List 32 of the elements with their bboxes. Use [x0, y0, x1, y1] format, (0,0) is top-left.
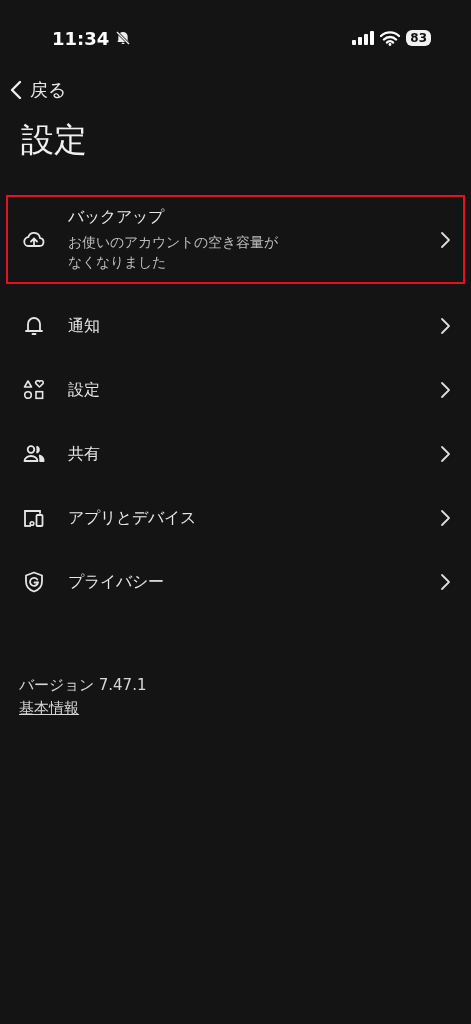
chevron-right-icon [439, 445, 451, 463]
settings-item[interactable]: 共有 [6, 422, 465, 486]
about-link[interactable]: 基本情報 [19, 699, 79, 718]
page-title: 設定 [21, 119, 88, 161]
settings-item[interactable]: 通知 [6, 294, 465, 358]
bell-icon [22, 314, 46, 338]
item-label: 共有 [68, 443, 101, 465]
settings-item[interactable]: 設定 [6, 358, 465, 422]
settings-item[interactable]: バックアップ お使いのアカウントの空き容量がなくなりました [6, 195, 465, 284]
chevron-right-icon [439, 230, 451, 249]
item-label: 設定 [68, 379, 101, 401]
status-time: 11:34 [52, 27, 110, 49]
item-label: アプリとデバイス [68, 507, 197, 529]
chevron-right-icon [439, 381, 451, 399]
battery-level: 83 [406, 30, 431, 46]
item-label: バックアップ [68, 206, 166, 228]
shield-icon [22, 570, 46, 594]
item-label: プライバシー [68, 571, 165, 593]
settings-item[interactable]: プライバシー [6, 550, 465, 614]
shapes-icon [22, 378, 46, 402]
signal-icon [352, 31, 375, 45]
wifi-icon [380, 30, 401, 46]
muted-bell-icon [115, 30, 132, 46]
back-button[interactable]: 戻る [10, 78, 66, 102]
item-subtitle: お使いのアカウントの空き容量がなくなりました [68, 232, 279, 272]
chevron-right-icon [439, 573, 451, 591]
chevron-right-icon [439, 509, 451, 527]
item-label: 通知 [68, 315, 101, 337]
version-text: バージョン 7.47.1 [19, 676, 147, 695]
chevron-left-icon [10, 80, 22, 100]
chevron-right-icon [439, 317, 451, 335]
settings-item[interactable]: アプリとデバイス [6, 486, 465, 550]
